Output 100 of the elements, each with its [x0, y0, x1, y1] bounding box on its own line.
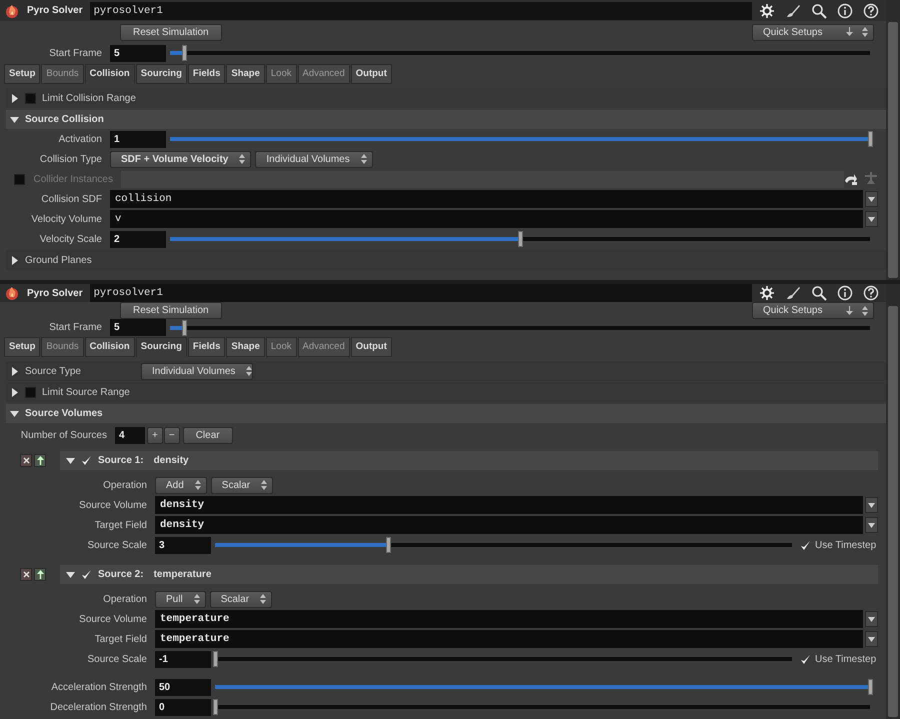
expanded-arrow-icon[interactable] [66, 456, 75, 465]
text-field[interactable]: density [155, 496, 863, 514]
tab[interactable]: Collision [84, 64, 135, 84]
tab[interactable]: Sourcing [136, 337, 187, 358]
tab[interactable]: Shape [226, 64, 265, 84]
collapsed-arrow-icon[interactable] [10, 366, 19, 376]
number-field[interactable]: 5 [110, 44, 166, 62]
help-icon[interactable] [863, 2, 879, 18]
tab[interactable]: Output [350, 64, 392, 84]
clear-button[interactable]: Clear [182, 426, 233, 444]
dropdown-menu[interactable]: Scalar [210, 476, 274, 494]
expanded-arrow-icon[interactable] [66, 570, 75, 579]
flame-icon[interactable] [4, 285, 20, 301]
slider-handle[interactable] [386, 537, 392, 554]
dropdown-button[interactable] [865, 611, 878, 628]
dropdown-button[interactable] [865, 631, 878, 648]
dropdown-menu[interactable]: Pull [155, 590, 206, 608]
help-icon[interactable] [863, 285, 879, 301]
slider-handle[interactable] [868, 131, 873, 148]
slider[interactable] [215, 699, 870, 716]
dropdown-menu[interactable]: Individual Volumes [141, 362, 253, 380]
text-field[interactable]: temperature [155, 610, 863, 628]
curved-arrow-icon[interactable] [844, 173, 858, 186]
tab[interactable]: Fields [188, 337, 226, 358]
section-label[interactable]: Source Collision [25, 112, 104, 128]
gear-icon[interactable] [759, 2, 775, 18]
flame-icon[interactable] [4, 2, 20, 18]
tab[interactable]: Fields [188, 64, 226, 84]
expanded-arrow-icon[interactable] [10, 115, 19, 124]
dropdown-button[interactable] [865, 191, 878, 208]
folder-label[interactable]: Ground Planes [25, 252, 92, 268]
slider-handle[interactable] [518, 231, 523, 248]
collapsed-arrow-icon[interactable] [10, 256, 19, 265]
reset-button[interactable]: Reset Simulation [120, 302, 222, 319]
folder-label[interactable]: Limit Collision Range [42, 90, 136, 106]
reset-button[interactable]: Reset Simulation [120, 24, 222, 40]
number-field[interactable]: 3 [155, 536, 211, 554]
tab[interactable]: Setup [4, 64, 40, 84]
dropdown-menu[interactable]: SDF + Volume Velocity [110, 150, 252, 168]
slider[interactable] [215, 537, 792, 554]
checkbox[interactable] [81, 568, 92, 580]
text-field[interactable]: v [110, 210, 863, 228]
scrollbar[interactable] [888, 306, 898, 717]
number-field[interactable]: 1 [110, 130, 166, 148]
slider-handle[interactable] [182, 45, 187, 61]
brush-icon[interactable] [785, 2, 801, 18]
folder-label[interactable]: Limit Source Range [42, 384, 130, 400]
number-field[interactable]: 4 [115, 426, 145, 444]
slider[interactable] [215, 651, 792, 668]
checkbox[interactable] [800, 654, 811, 665]
info-icon[interactable] [837, 285, 853, 301]
quick-setups-menu[interactable]: Quick Setups [752, 24, 874, 40]
number-field[interactable]: 50 [155, 678, 211, 696]
text-field[interactable]: density [155, 516, 863, 534]
dropdown-menu[interactable]: Add [155, 476, 207, 494]
tab[interactable]: Output [350, 337, 392, 358]
slider[interactable] [170, 320, 870, 336]
brush-icon[interactable] [785, 285, 801, 301]
slider-handle[interactable] [213, 651, 218, 668]
text-field[interactable]: collision [110, 190, 863, 208]
number-field[interactable]: -1 [155, 650, 211, 668]
slider[interactable] [170, 231, 870, 248]
move-up-button[interactable] [34, 454, 46, 467]
number-field[interactable]: 5 [110, 319, 166, 336]
expanded-arrow-icon[interactable] [10, 409, 19, 418]
delete-button[interactable] [20, 454, 32, 467]
move-up-button[interactable] [34, 568, 46, 581]
dropdown-button[interactable] [865, 211, 878, 228]
number-field[interactable]: 2 [110, 230, 166, 248]
number-field[interactable]: 0 [155, 698, 211, 716]
slider[interactable] [170, 45, 870, 61]
collapsed-arrow-icon[interactable] [10, 94, 19, 103]
checkbox[interactable] [25, 386, 36, 398]
section-label[interactable]: Source Volumes [25, 406, 103, 422]
dropdown-button[interactable] [865, 517, 878, 534]
dropdown-menu[interactable]: Scalar [210, 590, 272, 608]
text-field[interactable]: temperature [155, 630, 863, 648]
tab[interactable]: Sourcing [136, 64, 187, 84]
tab[interactable]: Collision [84, 337, 135, 358]
gear-icon[interactable] [759, 285, 775, 301]
search-icon[interactable] [811, 285, 827, 301]
quick-setups-menu[interactable]: Quick Setups [752, 302, 874, 319]
checkbox[interactable] [25, 92, 36, 104]
info-icon[interactable] [837, 2, 853, 18]
slider-handle[interactable] [182, 320, 187, 336]
tab[interactable]: Setup [4, 337, 40, 358]
tab[interactable]: Shape [226, 337, 265, 358]
node-name-field[interactable]: pyrosolver1 [90, 284, 752, 302]
search-icon[interactable] [811, 2, 827, 18]
slider-handle[interactable] [868, 679, 873, 696]
slider[interactable] [170, 131, 870, 148]
slider-handle[interactable] [213, 699, 218, 716]
scrollbar[interactable] [888, 22, 898, 278]
checkbox[interactable] [81, 454, 92, 466]
node-name-field[interactable]: pyrosolver1 [90, 2, 752, 20]
remove-button[interactable]: − [164, 426, 180, 444]
dropdown-menu[interactable]: Individual Volumes [255, 150, 373, 168]
folder-label[interactable]: Source Type [25, 364, 135, 379]
delete-button[interactable] [20, 568, 32, 581]
checkbox[interactable] [800, 540, 811, 551]
